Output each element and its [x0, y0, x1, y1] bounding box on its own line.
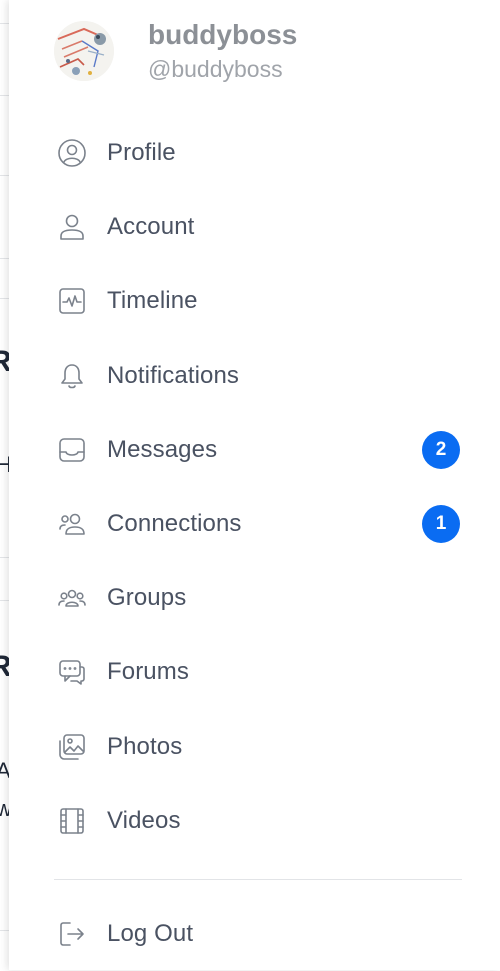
- user-menu-panel: buddyboss @buddyboss Profile Account Tim…: [9, 0, 500, 970]
- menu-item-messages[interactable]: Messages 2: [9, 413, 500, 487]
- menu-item-label: Timeline: [107, 287, 198, 315]
- menu-item-groups[interactable]: Groups: [9, 561, 500, 635]
- menu-item-notifications[interactable]: Notifications: [9, 339, 500, 413]
- user-header[interactable]: buddyboss @buddyboss: [54, 16, 297, 86]
- film-icon: [56, 805, 88, 837]
- log-out-row[interactable]: Log Out: [9, 897, 500, 971]
- menu-list: Profile Account Timeline Notifications M: [9, 116, 500, 858]
- log-out-label: Log Out: [107, 920, 194, 948]
- user-circle-icon: [56, 137, 88, 169]
- menu-item-label: Forums: [107, 658, 189, 686]
- images-icon: [56, 731, 88, 763]
- user-name[interactable]: buddyboss: [148, 18, 297, 52]
- menu-item-label: Videos: [107, 806, 181, 834]
- inbox-icon: [56, 434, 88, 466]
- chat-icon: [56, 656, 88, 688]
- menu-divider: [54, 879, 462, 880]
- menu-item-profile[interactable]: Profile: [9, 116, 500, 190]
- menu-item-label: Messages: [107, 435, 218, 463]
- activity-icon: [56, 285, 88, 317]
- messages-count-badge: 2: [422, 430, 460, 469]
- user-handle: @buddyboss: [148, 56, 283, 82]
- menu-item-label: Photos: [107, 732, 183, 760]
- menu-item-photos[interactable]: Photos: [9, 710, 500, 784]
- menu-item-timeline[interactable]: Timeline: [9, 264, 500, 338]
- menu-item-forums[interactable]: Forums: [9, 635, 500, 709]
- users-icon: [56, 508, 88, 540]
- menu-item-connections[interactable]: Connections 1: [9, 487, 500, 561]
- menu-item-log-out[interactable]: Log Out: [9, 897, 500, 971]
- avatar-image: [54, 21, 114, 81]
- menu-item-label: Notifications: [107, 361, 240, 389]
- avatar[interactable]: [54, 21, 114, 81]
- bell-icon: [56, 360, 88, 392]
- menu-item-label: Account: [107, 213, 195, 241]
- connections-count-badge: 1: [422, 505, 460, 544]
- menu-item-label: Profile: [107, 139, 176, 167]
- user-icon: [56, 211, 88, 243]
- menu-item-label: Groups: [107, 584, 187, 612]
- menu-item-account[interactable]: Account: [9, 190, 500, 264]
- menu-item-label: Connections: [107, 510, 242, 538]
- log-out-icon: [56, 918, 88, 950]
- groups-icon: [56, 582, 88, 614]
- menu-item-videos[interactable]: Videos: [9, 784, 500, 858]
